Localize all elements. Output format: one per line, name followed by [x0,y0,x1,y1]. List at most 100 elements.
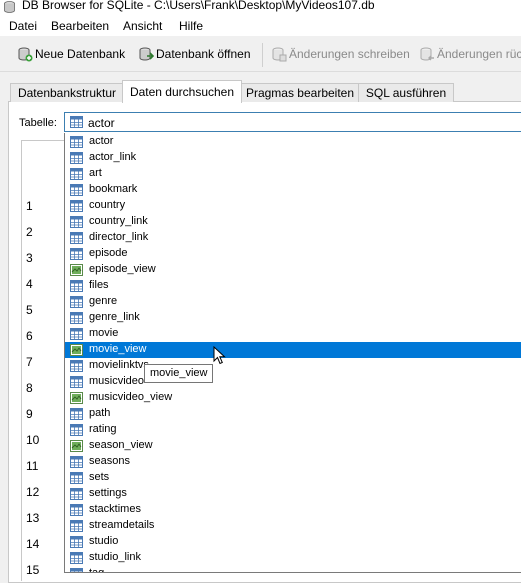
dropdown-item-movie[interactable]: movie [65,326,521,342]
row-number[interactable]: 7 [26,355,33,369]
table-icon [70,216,83,231]
dropdown-item-label: country_link [89,215,148,227]
dropdown-item-files[interactable]: files [65,278,521,294]
write-changes-icon [272,47,287,62]
dropdown-item-label: tag [89,567,105,573]
table-icon [70,312,83,327]
row-number[interactable]: 11 [26,459,38,473]
dropdown-item-label: settings [89,487,127,499]
dropdown-item-musicvideo-view[interactable]: musicvideo_view [65,390,521,406]
dropdown-item-label: path [89,407,111,419]
dropdown-item-label: movie_view [89,343,147,355]
dropdown-item-streamdetails[interactable]: streamdetails [65,518,521,534]
row-number[interactable]: 4 [26,277,33,291]
menu-datei[interactable]: Datei [9,19,37,33]
window-title: DB Browser for SQLite - C:\Users\Frank\D… [22,0,375,12]
table-icon [70,328,83,343]
open-database-icon [139,47,154,61]
table-label: Tabelle: [19,117,57,129]
table-icon [70,504,83,519]
dropdown-item-tag[interactable]: tag [65,566,521,573]
dropdown-item-studio-link[interactable]: studio_link [65,550,521,566]
row-number[interactable]: 15 [26,563,39,577]
dropdown-item-studio[interactable]: studio [65,534,521,550]
table-icon [70,552,83,567]
row-number[interactable]: 6 [26,329,33,343]
dropdown-item-movie-view[interactable]: movie_view [65,342,521,358]
table-select[interactable]: actor [64,112,521,132]
tab-browse-data[interactable]: Daten durchsuchen [122,80,242,103]
dropdown-item-settings[interactable]: settings [65,486,521,502]
row-number[interactable]: 3 [26,251,33,265]
menu-bar: Datei Bearbeiten Ansicht Hilfe [0,16,521,36]
table-icon [70,116,83,128]
table-icon [70,152,83,167]
row-number[interactable]: 9 [26,407,33,421]
new-database-icon [18,47,33,62]
row-number[interactable]: 1 [26,199,33,213]
row-number[interactable]: 14 [26,537,39,551]
row-number[interactable]: 12 [26,485,39,499]
revert-changes-icon [420,47,434,61]
dropdown-item-label: art [89,167,102,179]
dropdown-item-episode[interactable]: episode [65,246,521,262]
table-icon [70,200,83,215]
menu-ansicht[interactable]: Ansicht [123,19,162,33]
dropdown-item-path[interactable]: path [65,406,521,422]
tab-execute-sql[interactable]: SQL ausführen [358,83,454,102]
dropdown-item-label: files [89,279,109,291]
view-icon [70,440,83,455]
dropdown-item-art[interactable]: art [65,166,521,182]
dropdown-item-label: musicvideo [89,375,145,387]
table-dropdown-list[interactable]: actor actor_linkart bookmark country country… [64,133,521,573]
menu-hilfe[interactable]: Hilfe [179,19,203,33]
dropdown-item-actor-link[interactable]: actor_link [65,150,521,166]
table-icon [70,168,83,183]
table-icon [70,248,83,263]
dropdown-item-label: studio [89,535,119,547]
dropdown-item-sets[interactable]: sets [65,470,521,486]
table-icon [70,488,83,503]
dropdown-item-label: musicvideo_view [89,391,173,403]
table-icon [70,232,83,247]
table-icon [70,568,83,572]
dropdown-item-rating[interactable]: rating [65,422,521,438]
table-icon [70,280,83,295]
dropdown-item-bookmark[interactable]: bookmark [65,182,521,198]
table-icon [70,296,83,311]
row-number[interactable]: 8 [26,381,33,395]
dropdown-item-label: actor_link [89,151,137,163]
dropdown-item-movielinktvs[interactable]: movielinktvs [65,358,521,374]
tab-database-structure[interactable]: Datenbankstruktur [10,83,124,102]
mouse-cursor-icon [213,346,226,365]
row-number[interactable]: 13 [26,511,39,525]
dropdown-item-label: episode_view [89,263,156,275]
dropdown-item-label: stacktimes [89,503,141,515]
dropdown-item-label: studio_link [89,551,141,563]
dropdown-item-episode-view[interactable]: episode_view [65,262,521,278]
dropdown-item-country-link[interactable]: country_link [65,214,521,230]
dropdown-item-stacktimes[interactable]: stacktimes [65,502,521,518]
row-number[interactable]: 10 [26,433,39,447]
dropdown-item-actor[interactable]: actor [65,134,521,150]
row-number[interactable]: 2 [26,225,33,239]
dropdown-item-label: seasons [89,455,130,467]
dropdown-item-label: rating [89,423,117,435]
dropdown-item-musicvideo[interactable]: musicvideo [65,374,521,390]
row-number[interactable]: 5 [26,303,33,317]
tab-edit-pragmas[interactable]: Pragmas bearbeiten [240,83,360,102]
dropdown-item-genre[interactable]: genre [65,294,521,310]
dropdown-item-season-view[interactable]: season_view [65,438,521,454]
dropdown-item-seasons[interactable]: seasons [65,454,521,470]
dropdown-item-label: movielinktvs [89,359,149,371]
table-select-value: actor [88,116,115,130]
dropdown-item-genre-link[interactable]: genre_link [65,310,521,326]
menu-bearbeiten[interactable]: Bearbeiten [51,19,109,33]
table-icon [70,360,83,375]
dropdown-item-label: episode [89,247,128,259]
title-bar: DB Browser for SQLite - C:\Users\Frank\D… [0,0,521,16]
dropdown-item-director-link[interactable]: director_link [65,230,521,246]
toolbar: Neue Datenbank Datenbank öffnen Änderung… [0,37,521,72]
dropdown-item-label: movie [89,327,119,339]
dropdown-item-country[interactable]: country [65,198,521,214]
